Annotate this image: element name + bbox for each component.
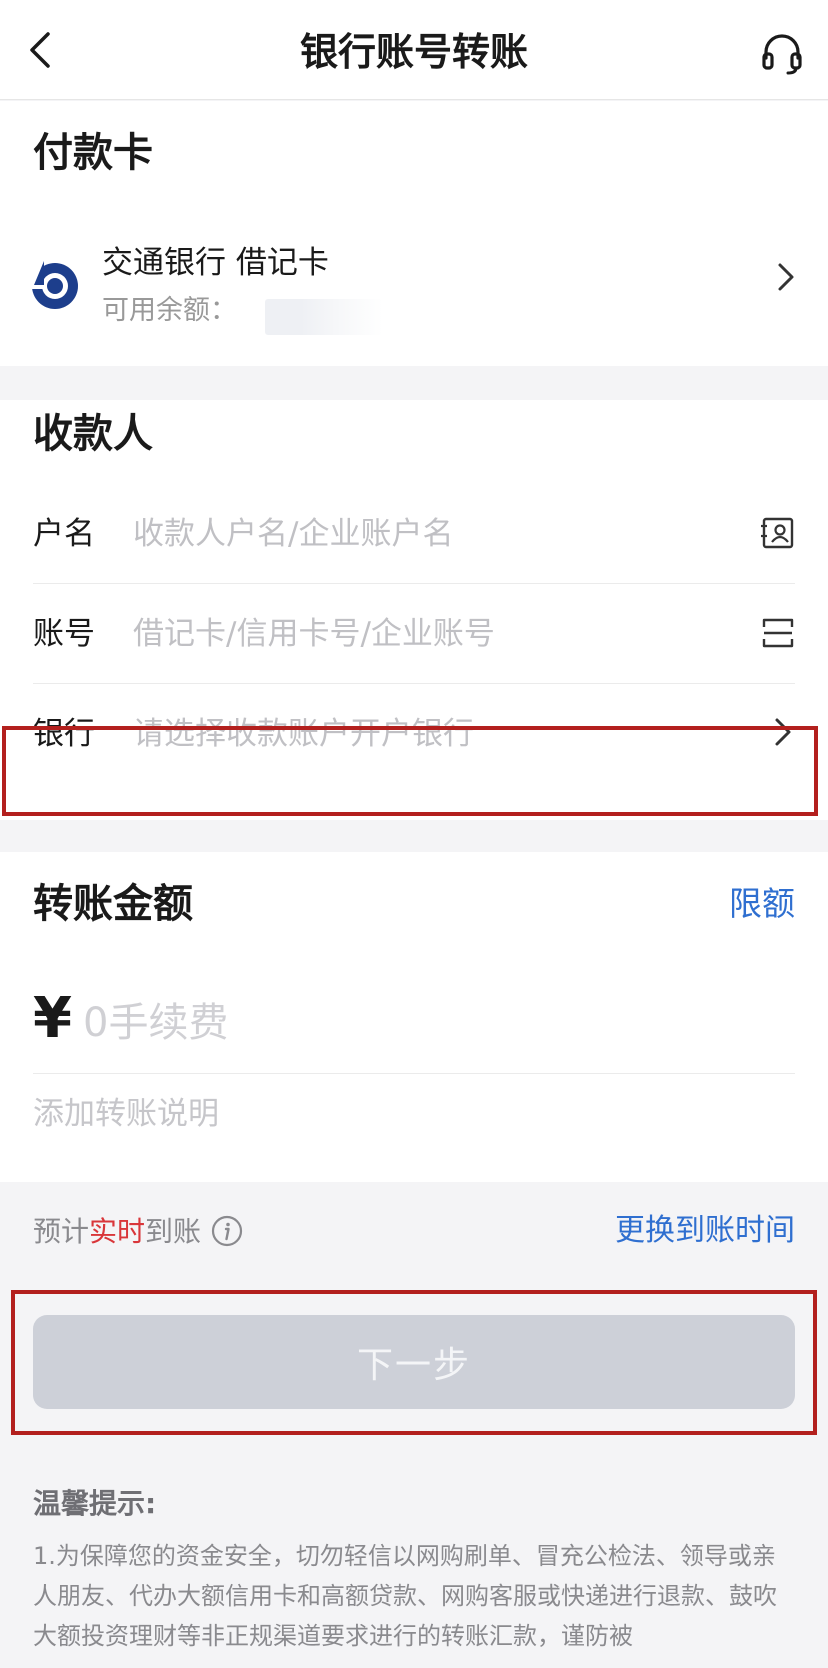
scan-icon[interactable] [761, 616, 795, 650]
currency-symbol: ¥ [33, 986, 72, 1051]
contact-book-icon[interactable] [761, 516, 795, 550]
payee-title: 收款人 [33, 411, 153, 457]
chevron-right-icon [775, 718, 791, 746]
payee-bank-placeholder: 请选择收款账户开户银行 [133, 716, 474, 752]
top-bar: 银行账号转账 [0, 0, 828, 100]
payee-bank-label: 银行 [33, 716, 95, 752]
arrival-prefix: 预计 [33, 1215, 90, 1248]
tips-body: 1.为保障您的资金安全，切勿轻信以网购刷单、冒充公检法、领导或亲人朋友、代办大额… [33, 1542, 777, 1650]
payee-section: 收款人 户名 账号 银行 请选择收款账户开户银行 [0, 400, 828, 820]
amount-title: 转账金额 [33, 881, 193, 927]
headset-icon [762, 34, 802, 75]
amount-input[interactable] [83, 990, 683, 1056]
bank-card-name: 交通银行 借记卡 [102, 245, 329, 281]
payee-name-input[interactable] [133, 510, 693, 558]
balance-mask [265, 299, 383, 335]
chevron-right-icon [778, 263, 794, 291]
payment-card-section: 付款卡 交通银行 借记卡 可用余额： [0, 101, 828, 366]
arrival-suffix: 到账 [145, 1215, 202, 1248]
next-step-button[interactable]: 下一步 [33, 1315, 795, 1409]
arrival-realtime: 实时 [89, 1215, 146, 1248]
amount-section: 转账金额 限额 ¥ [0, 852, 828, 1182]
arrival-info: 预计实时到账 [33, 1212, 201, 1252]
limit-link[interactable]: 限额 [729, 882, 795, 926]
bank-transfer-page: 银行账号转账 付款卡 交通银行 借记卡 可用余额： 收款人 户名 收款人户名/企… [0, 0, 828, 1668]
tips-title: 温馨提示: [33, 1487, 157, 1520]
transfer-remark-input[interactable] [33, 1088, 733, 1140]
balance-label: 可用余额： [102, 295, 237, 326]
bocom-logo-icon [30, 261, 78, 309]
payee-account-row: 账号 [33, 584, 795, 684]
payee-account-label: 账号 [33, 616, 95, 652]
payee-account-input[interactable] [133, 610, 693, 658]
payee-bank-selector[interactable]: 银行 请选择收款账户开户银行 [33, 684, 795, 784]
page-title: 银行账号转账 [299, 30, 528, 74]
amount-row: ¥ [33, 984, 795, 1074]
info-icon[interactable] [210, 1214, 244, 1248]
customer-service-button[interactable] [760, 32, 804, 76]
change-arrival-time-link[interactable]: 更换到账时间 [615, 1210, 795, 1252]
payee-name-label: 户名 [33, 516, 95, 552]
payment-card-selector[interactable]: 交通银行 借记卡 可用余额： [0, 231, 828, 351]
payee-name-row: 户名 [33, 484, 795, 584]
payment-card-title: 付款卡 [33, 130, 153, 176]
